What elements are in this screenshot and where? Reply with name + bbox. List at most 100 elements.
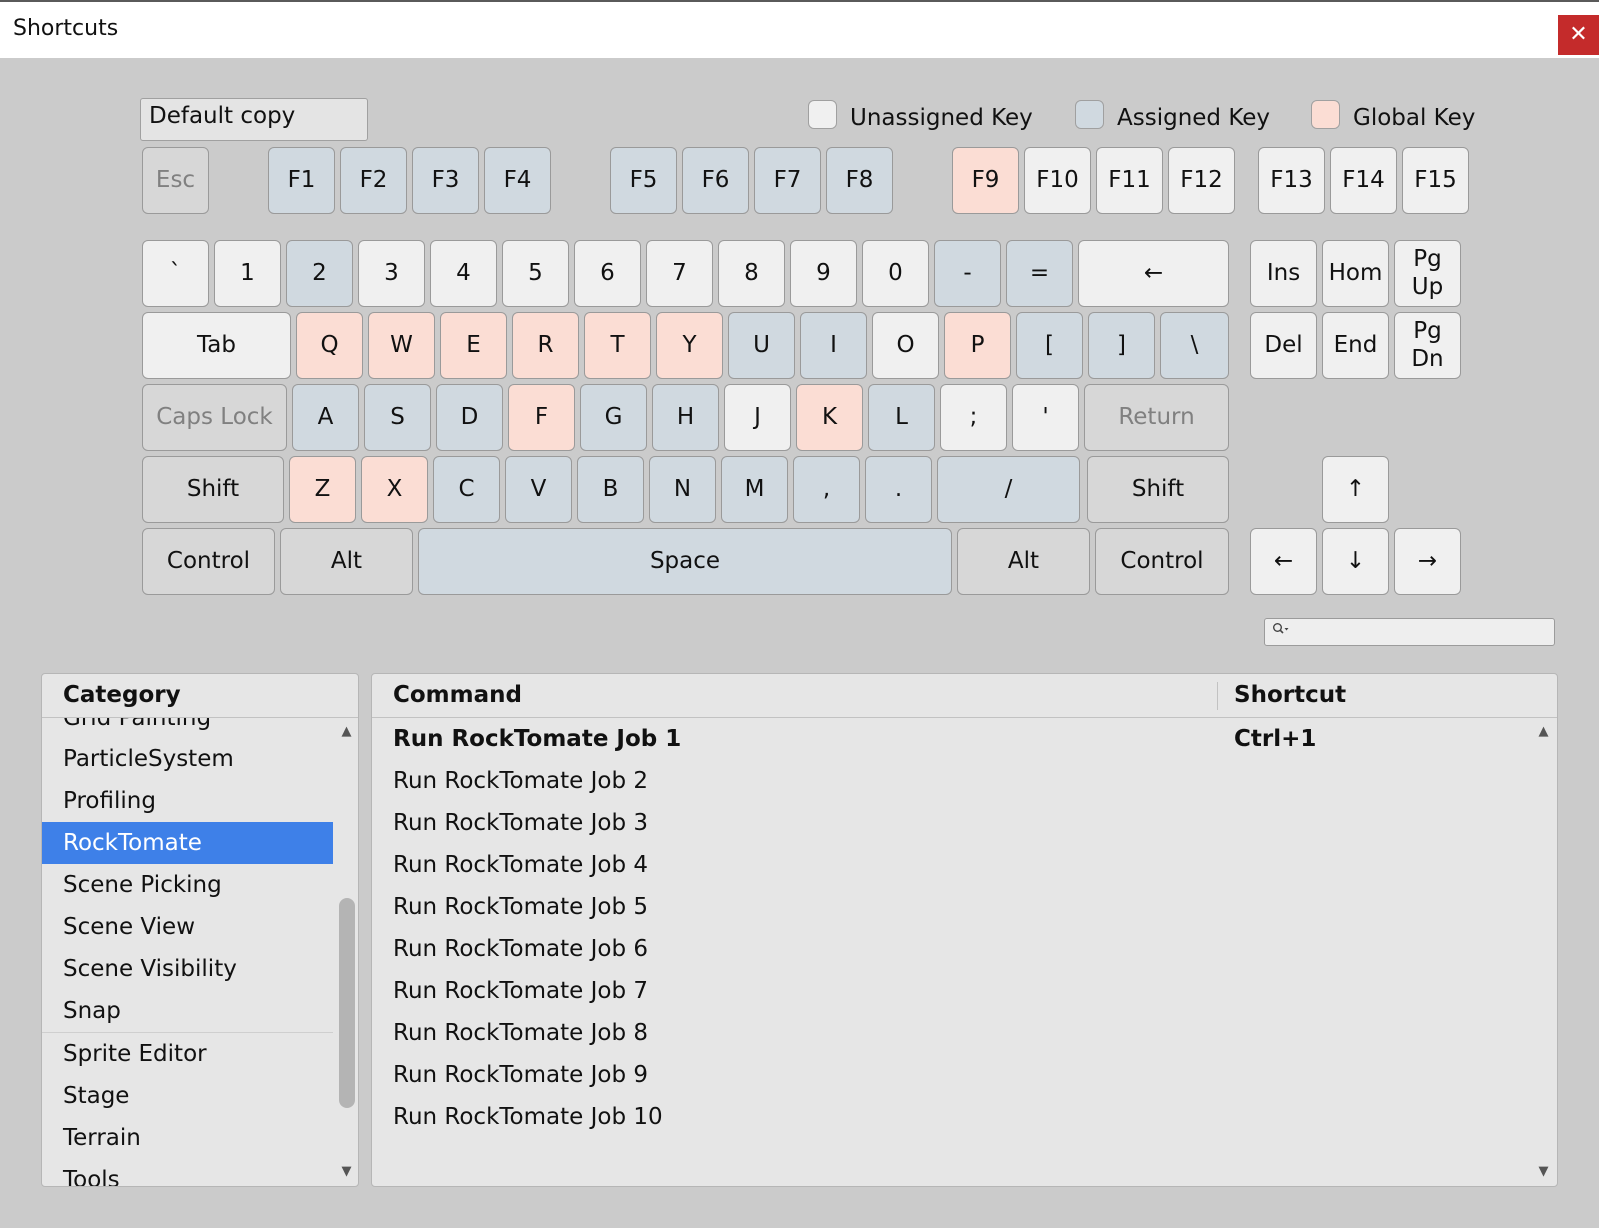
command-row[interactable]: Run RockTomate Job 4: [372, 844, 1530, 886]
category-item[interactable]: Grid Painting: [42, 718, 333, 739]
category-scrollbar[interactable]: ▲ ▼: [333, 718, 358, 1186]
key-5[interactable]: 5: [502, 240, 569, 307]
key-y[interactable]: Y: [656, 312, 723, 379]
key-f6[interactable]: F6: [682, 147, 749, 214]
search-field[interactable]: [1264, 618, 1555, 646]
key-left-shift[interactable]: Shift: [142, 456, 284, 523]
key-4[interactable]: 4: [430, 240, 497, 307]
key-f13[interactable]: F13: [1258, 147, 1325, 214]
key-caps-lock[interactable]: Caps Lock: [142, 384, 287, 451]
key-f8[interactable]: F8: [826, 147, 893, 214]
key-backspace[interactable]: ←: [1078, 240, 1229, 307]
key-space[interactable]: Space: [418, 528, 952, 595]
key-right-arrow[interactable]: →: [1394, 528, 1461, 595]
key-left-bracket[interactable]: [: [1016, 312, 1083, 379]
scroll-down-arrow-icon[interactable]: ▼: [1530, 1164, 1557, 1179]
command-row[interactable]: Run RockTomate Job 10: [372, 1096, 1530, 1138]
scroll-up-arrow-icon[interactable]: ▲: [1530, 724, 1557, 739]
key-right-shift[interactable]: Shift: [1087, 456, 1229, 523]
key-c[interactable]: C: [433, 456, 500, 523]
profile-dropdown[interactable]: Default copy: [140, 98, 368, 141]
category-item[interactable]: Sprite Editor: [42, 1033, 333, 1075]
key-f10[interactable]: F10: [1024, 147, 1091, 214]
key-r[interactable]: R: [512, 312, 579, 379]
category-item[interactable]: Tools: [42, 1159, 333, 1186]
key-home[interactable]: Hom: [1322, 240, 1389, 307]
key-comma[interactable]: ,: [793, 456, 860, 523]
key-v[interactable]: V: [505, 456, 572, 523]
key-2[interactable]: 2: [286, 240, 353, 307]
key-f2[interactable]: F2: [340, 147, 407, 214]
key-period[interactable]: .: [865, 456, 932, 523]
key-0[interactable]: 0: [862, 240, 929, 307]
key-j[interactable]: J: [724, 384, 791, 451]
key-g[interactable]: G: [580, 384, 647, 451]
key-t[interactable]: T: [584, 312, 651, 379]
key-equals[interactable]: =: [1006, 240, 1073, 307]
key-left-alt[interactable]: Alt: [280, 528, 413, 595]
key-u[interactable]: U: [728, 312, 795, 379]
key-tab[interactable]: Tab: [142, 312, 291, 379]
key-f15[interactable]: F15: [1402, 147, 1469, 214]
key-minus[interactable]: -: [934, 240, 1001, 307]
key-f9[interactable]: F9: [952, 147, 1019, 214]
scroll-up-arrow-icon[interactable]: ▲: [333, 724, 358, 739]
key-right-bracket[interactable]: ]: [1088, 312, 1155, 379]
command-row[interactable]: Run RockTomate Job 2: [372, 760, 1530, 802]
key-s[interactable]: S: [364, 384, 431, 451]
command-row[interactable]: Run RockTomate Job 1 Ctrl+1: [372, 718, 1530, 760]
key-f1[interactable]: F1: [268, 147, 335, 214]
key-down-arrow[interactable]: ↓: [1322, 528, 1389, 595]
category-item-selected[interactable]: RockTomate: [42, 822, 333, 864]
key-page-down[interactable]: Pg Dn: [1394, 312, 1461, 379]
key-slash[interactable]: /: [937, 456, 1080, 523]
command-row[interactable]: Run RockTomate Job 7: [372, 970, 1530, 1012]
key-m[interactable]: M: [721, 456, 788, 523]
key-x[interactable]: X: [361, 456, 428, 523]
key-backquote[interactable]: `: [142, 240, 209, 307]
key-8[interactable]: 8: [718, 240, 785, 307]
category-item[interactable]: Stage: [42, 1075, 333, 1117]
category-item[interactable]: Scene Picking: [42, 864, 333, 906]
key-k[interactable]: K: [796, 384, 863, 451]
key-left-control[interactable]: Control: [142, 528, 275, 595]
key-6[interactable]: 6: [574, 240, 641, 307]
key-e[interactable]: E: [440, 312, 507, 379]
key-f5[interactable]: F5: [610, 147, 677, 214]
key-delete[interactable]: Del: [1250, 312, 1317, 379]
key-h[interactable]: H: [652, 384, 719, 451]
key-page-up[interactable]: Pg Up: [1394, 240, 1461, 307]
key-quote[interactable]: ': [1012, 384, 1079, 451]
key-3[interactable]: 3: [358, 240, 425, 307]
key-9[interactable]: 9: [790, 240, 857, 307]
command-row[interactable]: Run RockTomate Job 8: [372, 1012, 1530, 1054]
key-p[interactable]: P: [944, 312, 1011, 379]
scroll-down-arrow-icon[interactable]: ▼: [333, 1164, 358, 1179]
key-f12[interactable]: F12: [1168, 147, 1235, 214]
key-end[interactable]: End: [1322, 312, 1389, 379]
key-backslash[interactable]: \: [1160, 312, 1229, 379]
scrollbar-thumb[interactable]: [339, 898, 355, 1108]
key-q[interactable]: Q: [296, 312, 363, 379]
key-left-arrow[interactable]: ←: [1250, 528, 1317, 595]
key-f11[interactable]: F11: [1096, 147, 1163, 214]
key-w[interactable]: W: [368, 312, 435, 379]
key-o[interactable]: O: [872, 312, 939, 379]
key-f3[interactable]: F3: [412, 147, 479, 214]
category-item[interactable]: Terrain: [42, 1117, 333, 1159]
key-return[interactable]: Return: [1084, 384, 1229, 451]
category-item[interactable]: Scene View: [42, 906, 333, 948]
key-d[interactable]: D: [436, 384, 503, 451]
category-item[interactable]: Snap: [42, 990, 333, 1032]
key-z[interactable]: Z: [289, 456, 356, 523]
key-n[interactable]: N: [649, 456, 716, 523]
key-up-arrow[interactable]: ↑: [1322, 456, 1389, 523]
close-button[interactable]: ✕: [1558, 15, 1599, 55]
key-right-control[interactable]: Control: [1095, 528, 1229, 595]
key-1[interactable]: 1: [214, 240, 281, 307]
category-item[interactable]: Scene Visibility: [42, 948, 333, 990]
command-row[interactable]: Run RockTomate Job 5: [372, 886, 1530, 928]
key-esc[interactable]: Esc: [142, 147, 209, 214]
key-right-alt[interactable]: Alt: [957, 528, 1090, 595]
key-f[interactable]: F: [508, 384, 575, 451]
